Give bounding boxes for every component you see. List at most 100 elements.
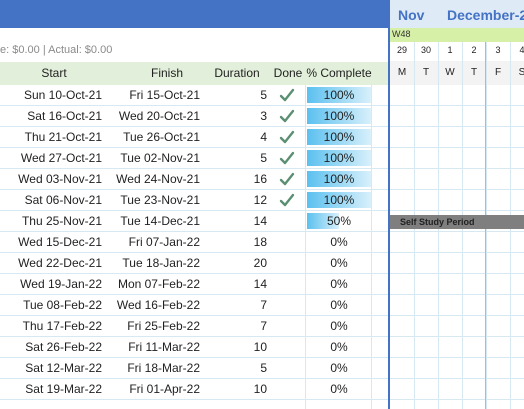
- duration-cell[interactable]: 18: [254, 232, 267, 253]
- gantt-weekday-label: T: [422, 67, 430, 78]
- percent-complete-cell[interactable]: 0%: [307, 274, 371, 295]
- table-row[interactable]: Sat 26-Feb-22 Fri 11-Mar-22 10 0%: [0, 337, 388, 358]
- column-header-duration[interactable]: Duration: [205, 62, 269, 85]
- start-date-cell[interactable]: Thu 25-Nov-21: [22, 211, 102, 232]
- table-row[interactable]: Thu 17-Feb-22 Fri 25-Feb-22 7 0%: [0, 316, 388, 337]
- gantt-weekday-label: S: [518, 67, 524, 78]
- start-date-cell[interactable]: Thu 17-Feb-22: [23, 316, 102, 337]
- percent-complete-cell[interactable]: 50%: [307, 211, 371, 232]
- start-date-cell[interactable]: Wed 19-Jan-22: [20, 274, 102, 295]
- duration-cell[interactable]: 5: [260, 85, 267, 106]
- gantt-day-number: 1: [447, 45, 453, 55]
- column-header-done[interactable]: Done: [271, 62, 305, 85]
- start-date-cell[interactable]: Sat 26-Feb-22: [25, 337, 102, 358]
- column-header-percent-complete[interactable]: % Complete: [303, 62, 375, 85]
- done-check-icon[interactable]: [279, 85, 295, 106]
- finish-date-cell[interactable]: Fri 11-Mar-22: [128, 337, 200, 358]
- finish-date-cell[interactable]: Fri 25-Feb-22: [127, 316, 200, 337]
- percent-complete-cell[interactable]: 100%: [307, 85, 371, 106]
- gantt-weekday-label: W: [445, 67, 455, 78]
- start-date-cell[interactable]: Wed 15-Dec-21: [18, 232, 102, 253]
- finish-date-cell[interactable]: Tue 18-Jan-22: [122, 253, 200, 274]
- start-date-cell[interactable]: Sat 06-Nov-21: [25, 190, 102, 211]
- gantt-row: [388, 85, 524, 106]
- duration-cell[interactable]: 5: [260, 148, 267, 169]
- finish-date-cell[interactable]: Fri 18-Mar-22: [127, 358, 200, 379]
- start-date-cell[interactable]: Sat 19-Mar-22: [25, 379, 102, 400]
- percent-complete-cell[interactable]: 0%: [307, 295, 371, 316]
- table-row[interactable]: Wed 27-Oct-21 Tue 02-Nov-21 5 100%: [0, 148, 388, 169]
- done-check-icon[interactable]: [279, 127, 295, 148]
- percent-complete-cell[interactable]: 0%: [307, 358, 371, 379]
- gantt-chart: Nov December-2 W48 Self Study Period 29 M…: [388, 0, 524, 409]
- table-row[interactable]: Sat 19-Mar-22 Fri 01-Apr-22 10 0%: [0, 379, 388, 400]
- percent-complete-cell[interactable]: 100%: [307, 169, 371, 190]
- duration-cell[interactable]: 5: [260, 358, 267, 379]
- finish-date-cell[interactable]: Wed 24-Nov-21: [116, 169, 200, 190]
- percent-complete-cell[interactable]: 0%: [307, 316, 371, 337]
- done-check-icon[interactable]: [279, 190, 295, 211]
- gantt-task-bar[interactable]: Self Study Period: [390, 215, 524, 229]
- gantt-row: [388, 379, 524, 400]
- column-header-start[interactable]: Start: [0, 62, 108, 85]
- table-row[interactable]: Wed 03-Nov-21 Wed 24-Nov-21 16 100%: [0, 169, 388, 190]
- start-date-cell[interactable]: Sat 12-Mar-22: [25, 358, 102, 379]
- duration-cell[interactable]: 14: [254, 274, 267, 295]
- start-date-cell[interactable]: Wed 27-Oct-21: [21, 148, 102, 169]
- start-date-cell[interactable]: Sun 10-Oct-21: [24, 85, 102, 106]
- table-row[interactable]: Tue 08-Feb-22 Wed 16-Feb-22 7 0%: [0, 295, 388, 316]
- done-check-icon[interactable]: [279, 148, 295, 169]
- title-bar: [0, 0, 388, 28]
- table-row[interactable]: Sat 12-Mar-22 Fri 18-Mar-22 5 0%: [0, 358, 388, 379]
- start-date-cell[interactable]: Tue 08-Feb-22: [23, 295, 102, 316]
- duration-cell[interactable]: 7: [260, 316, 267, 337]
- duration-cell[interactable]: 16: [254, 169, 267, 190]
- percent-complete-cell[interactable]: 100%: [307, 190, 371, 211]
- percent-complete-cell[interactable]: 100%: [307, 148, 371, 169]
- finish-date-cell[interactable]: Tue 23-Nov-21: [120, 190, 200, 211]
- gantt-row: [388, 316, 524, 337]
- gantt-weekday-label: T: [470, 67, 478, 78]
- table-row[interactable]: Thu 21-Oct-21 Tue 26-Oct-21 4 100%: [0, 127, 388, 148]
- start-date-cell[interactable]: Wed 03-Nov-21: [18, 169, 102, 190]
- table-row[interactable]: Sat 16-Oct-21 Wed 20-Oct-21 3 100%: [0, 106, 388, 127]
- duration-cell[interactable]: 4: [260, 127, 267, 148]
- duration-cell[interactable]: 14: [254, 211, 267, 232]
- gantt-row: [388, 169, 524, 190]
- duration-cell[interactable]: 12: [254, 190, 267, 211]
- percent-complete-cell[interactable]: 100%: [307, 106, 371, 127]
- duration-cell[interactable]: 7: [260, 295, 267, 316]
- start-date-cell[interactable]: Sat 16-Oct-21: [27, 106, 102, 127]
- table-row[interactable]: Thu 25-Nov-21 Tue 14-Dec-21 14 50%: [0, 211, 388, 232]
- finish-date-cell[interactable]: Tue 26-Oct-21: [123, 127, 200, 148]
- percent-complete-cell[interactable]: 100%: [307, 127, 371, 148]
- percent-complete-cell[interactable]: 0%: [307, 253, 371, 274]
- duration-cell[interactable]: 20: [254, 253, 267, 274]
- percent-complete-cell[interactable]: 0%: [307, 379, 371, 400]
- gantt-day-number: 4: [519, 45, 524, 55]
- gantt-weekday-label: F: [494, 67, 502, 78]
- finish-date-cell[interactable]: Fri 07-Jan-22: [129, 232, 200, 253]
- table-row[interactable]: Wed 22-Dec-21 Tue 18-Jan-22 20 0%: [0, 253, 388, 274]
- done-check-icon[interactable]: [279, 169, 295, 190]
- table-row[interactable]: Sat 06-Nov-21 Tue 23-Nov-21 12 100%: [0, 190, 388, 211]
- finish-date-cell[interactable]: Wed 20-Oct-21: [119, 106, 200, 127]
- percent-complete-cell[interactable]: 0%: [307, 232, 371, 253]
- finish-date-cell[interactable]: Tue 02-Nov-21: [120, 148, 200, 169]
- start-date-cell[interactable]: Thu 21-Oct-21: [25, 127, 102, 148]
- cost-summary: e: $0.00 | Actual: $0.00: [0, 44, 113, 56]
- duration-cell[interactable]: 10: [254, 379, 267, 400]
- start-date-cell[interactable]: Wed 22-Dec-21: [18, 253, 102, 274]
- table-row[interactable]: Wed 19-Jan-22 Mon 07-Feb-22 14 0%: [0, 274, 388, 295]
- duration-cell[interactable]: 3: [260, 106, 267, 127]
- table-row[interactable]: Sun 10-Oct-21 Fri 15-Oct-21 5 100%: [0, 85, 388, 106]
- percent-complete-cell[interactable]: 0%: [307, 337, 371, 358]
- finish-date-cell[interactable]: Wed 16-Feb-22: [117, 295, 200, 316]
- done-check-icon[interactable]: [279, 106, 295, 127]
- finish-date-cell[interactable]: Mon 07-Feb-22: [118, 274, 200, 295]
- finish-date-cell[interactable]: Tue 14-Dec-21: [120, 211, 200, 232]
- duration-cell[interactable]: 10: [254, 337, 267, 358]
- table-row[interactable]: Wed 15-Dec-21 Fri 07-Jan-22 18 0%: [0, 232, 388, 253]
- finish-date-cell[interactable]: Fri 01-Apr-22: [129, 379, 200, 400]
- finish-date-cell[interactable]: Fri 15-Oct-21: [129, 85, 200, 106]
